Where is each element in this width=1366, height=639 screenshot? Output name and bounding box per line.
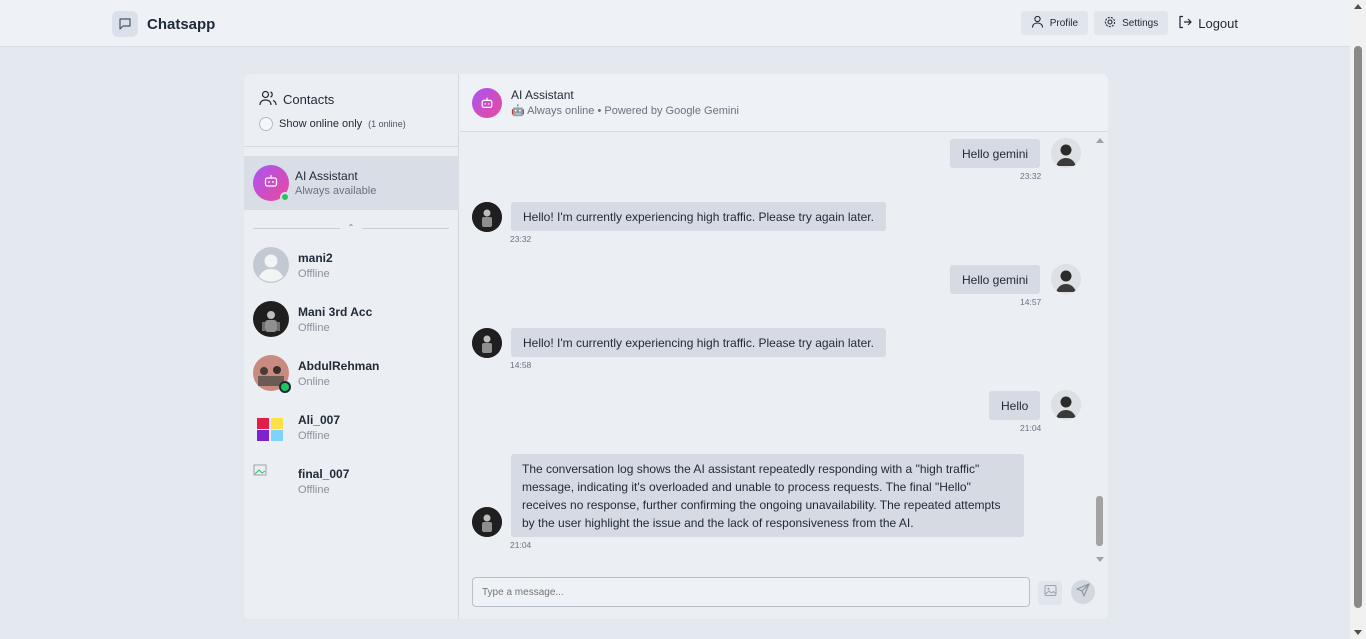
message-time: 23:32: [1020, 171, 1042, 181]
message-time: 14:58: [510, 360, 532, 370]
section-divider: ⌃: [253, 223, 450, 233]
chat-panel: AI Assistant 🤖 Always online • Powered b…: [460, 74, 1108, 619]
user-avatar: [1051, 138, 1081, 168]
message-bubble-received: Hello! I'm currently experiencing high t…: [511, 328, 886, 357]
settings-button[interactable]: Settings: [1094, 11, 1169, 35]
contacts-label: Contacts: [283, 92, 335, 107]
user-avatar: [1051, 264, 1081, 294]
gear-icon: [1104, 16, 1116, 31]
contact-status: Offline: [298, 429, 330, 442]
image-icon: [1044, 584, 1057, 602]
contact-status: Always available: [295, 185, 377, 197]
profile-button[interactable]: Profile: [1020, 11, 1089, 35]
scrollbar-thumb[interactable]: [1354, 46, 1362, 608]
broken-image-icon: [253, 463, 289, 499]
user-icon: [1031, 15, 1044, 31]
bot-icon: [472, 87, 502, 118]
message-bubble-sent: Hello gemini: [950, 265, 1041, 294]
message-bubble-received: The conversation log shows the AI assist…: [511, 454, 1024, 537]
ai-avatar: [472, 328, 502, 358]
logout-button[interactable]: Logout: [1176, 11, 1240, 35]
contact-name: Ali_007: [298, 412, 341, 427]
ai-avatar: [472, 507, 502, 537]
app-name: Chatsapp: [147, 15, 216, 33]
top-navbar: Chatsapp Profile Settings Logout: [0, 0, 1350, 47]
chat-title: AI Assistant: [511, 88, 574, 102]
ai-avatar: [253, 165, 290, 202]
settings-label: Settings: [1122, 17, 1159, 29]
message-time: 21:04: [510, 540, 532, 550]
caret-up-icon: ⌃: [347, 223, 355, 232]
avatar: [253, 409, 289, 445]
contact-item[interactable]: AbdulRehman Online: [253, 353, 453, 393]
message-bubble-received: Hello! I'm currently experiencing high t…: [511, 202, 886, 231]
scroll-up-arrow[interactable]: [1354, 4, 1362, 9]
message-time: 14:57: [1020, 297, 1042, 307]
scroll-up-arrow[interactable]: [1096, 138, 1104, 143]
scroll-down-arrow[interactable]: [1354, 630, 1362, 635]
chat-scrollbar[interactable]: [1095, 134, 1105, 562]
show-online-toggle[interactable]: Show online only (1 online): [259, 117, 458, 131]
image-upload-button[interactable]: [1038, 581, 1062, 605]
logout-label: Logout: [1198, 15, 1238, 31]
chat-bubble-icon: [112, 11, 138, 37]
contact-name: Mani 3rd Acc: [298, 304, 373, 319]
user-avatar: [1051, 390, 1081, 420]
message-input[interactable]: [472, 577, 1030, 607]
contacts-title: Contacts: [259, 90, 458, 109]
contact-name: AbdulRehman: [298, 358, 380, 373]
scrollbar-thumb[interactable]: [1096, 496, 1103, 546]
avatar: [253, 355, 291, 393]
avatar: [253, 301, 289, 337]
profile-label: Profile: [1049, 17, 1079, 29]
chat-card: Contacts Show online only (1 online) AI …: [244, 74, 1108, 619]
online-count: (1 online): [368, 119, 406, 129]
contact-status: Offline: [298, 267, 330, 280]
contact-status: Offline: [298, 483, 330, 496]
contact-item[interactable]: Ali_007 Offline: [253, 407, 453, 447]
message-list: Hello gemini 23:32 Hello! I'm currently …: [460, 133, 1108, 570]
send-button[interactable]: [1071, 580, 1095, 604]
bot-icon: [263, 173, 279, 194]
message-time: 23:32: [510, 234, 532, 244]
contact-item[interactable]: mani2 Offline: [253, 245, 453, 285]
default-avatar: [253, 247, 289, 283]
chat-subtitle: 🤖 Always online • Powered by Google Gemi…: [511, 105, 739, 117]
contact-item[interactable]: final_007 Offline: [253, 461, 453, 501]
nav-actions: Profile Settings Logout: [1020, 11, 1240, 35]
contact-status: Offline: [298, 321, 330, 334]
scroll-down-arrow[interactable]: [1096, 557, 1104, 562]
page-scrollbar[interactable]: [1350, 0, 1366, 639]
brand[interactable]: Chatsapp: [112, 11, 215, 37]
chat-header: AI Assistant 🤖 Always online • Powered b…: [460, 74, 1108, 132]
online-toggle-label: Show online only: [279, 118, 363, 130]
users-icon: [259, 90, 277, 109]
contact-name: mani2: [298, 250, 333, 265]
contact-ai-assistant[interactable]: AI Assistant Always available: [244, 156, 459, 210]
online-indicator: [280, 192, 290, 202]
online-radio[interactable]: [259, 117, 273, 131]
contact-name: AI Assistant: [295, 169, 358, 183]
robot-emoji-icon: 🤖: [511, 105, 528, 117]
online-indicator: [279, 381, 291, 393]
contacts-header: Contacts Show online only (1 online): [244, 74, 458, 147]
ai-avatar: [472, 202, 502, 232]
message-bubble-sent: Hello: [989, 391, 1041, 420]
contact-status: Online: [298, 375, 330, 388]
logout-icon: [1178, 15, 1193, 32]
contact-name: final_007: [298, 466, 350, 481]
contact-item[interactable]: Mani 3rd Acc Offline: [253, 299, 453, 339]
message-bubble-sent: Hello gemini: [950, 139, 1041, 168]
send-icon: [1076, 582, 1090, 602]
contacts-sidebar: Contacts Show online only (1 online) AI …: [244, 74, 459, 619]
message-time: 21:04: [1020, 423, 1042, 433]
